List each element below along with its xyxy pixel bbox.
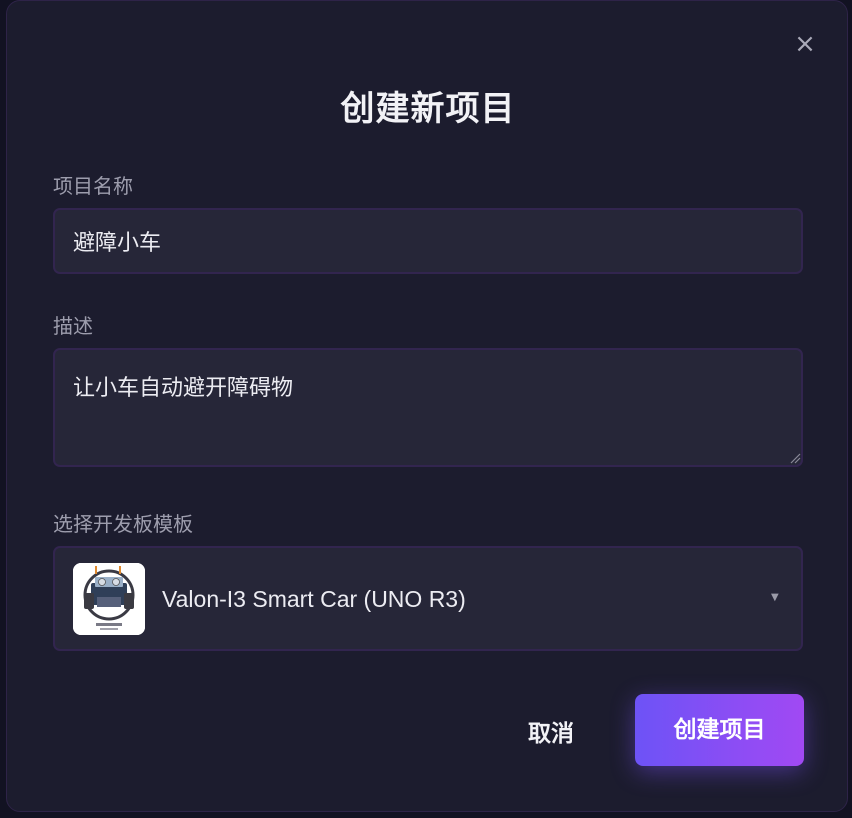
smart-car-board-image	[73, 563, 145, 635]
close-icon: ×	[794, 29, 816, 59]
project-name-label: 项目名称	[53, 174, 133, 198]
project-name-input[interactable]	[53, 208, 803, 274]
create-project-button[interactable]: 创建项目	[635, 694, 804, 766]
description-textarea[interactable]: 让小车自动避开障碍物	[53, 348, 803, 467]
dialog-title: 创建新项目	[340, 89, 516, 129]
board-template-label: 选择开发板模板	[53, 512, 193, 536]
cancel-button[interactable]: 取消	[509, 714, 593, 754]
dropdown-arrow-icon: ▼	[771, 592, 779, 603]
description-label: 描述	[53, 314, 93, 338]
board-template-select[interactable]: Valon-I3 Smart Car (UNO R3) ▼	[53, 546, 803, 651]
close-button[interactable]: ×	[793, 31, 817, 57]
create-project-dialog: × 创建新项目 项目名称 描述 让小车自动避开障碍物 选择开发板模板	[6, 0, 848, 812]
selected-board-text: Valon-I3 Smart Car (UNO R3)	[162, 586, 466, 612]
resize-handle-icon[interactable]	[789, 452, 801, 464]
